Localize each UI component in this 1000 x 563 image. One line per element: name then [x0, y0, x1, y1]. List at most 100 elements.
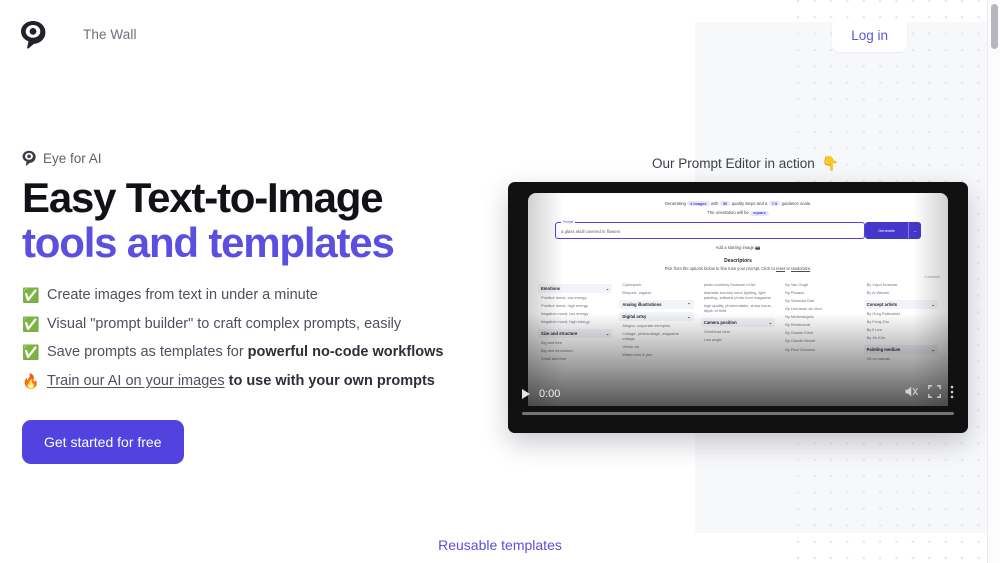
descriptor-group-header[interactable]: Camera position ⌄: [700, 317, 776, 327]
feature-text-bold: to use with your own prompts: [228, 372, 435, 389]
descriptor-group-header[interactable]: Painting medium ⌄: [863, 345, 939, 355]
descriptor-group-header[interactable]: Digital artsy ⌄: [619, 311, 694, 321]
descriptor-option[interactable]: Positive mood, low energy: [538, 294, 612, 302]
descriptors-sub-after: .: [810, 266, 812, 272]
descriptor-option[interactable]: Biopunk, organic: [619, 289, 693, 297]
video-progress-bar[interactable]: [522, 412, 954, 415]
check-mark-emoji: ✅: [22, 315, 40, 332]
descriptor-option[interactable]: By Yayoi Kusama: [864, 281, 938, 289]
descriptor-option[interactable]: Collage, photocollage, magazine collage: [619, 330, 693, 343]
descriptor-option[interactable]: By Leonardo da Vinci: [782, 306, 856, 314]
descriptors-sub-before: Pick from the options below to fine tune…: [664, 266, 776, 272]
descriptor-option[interactable]: Negative mood, low energy: [538, 311, 612, 319]
reusable-templates-link[interactable]: Reusable templates: [0, 537, 1000, 553]
feature-link[interactable]: Train our AI on your images: [47, 373, 225, 389]
descriptor-option[interactable]: Vector art: [619, 343, 693, 351]
generating-mid: with: [710, 201, 719, 206]
video-player[interactable]: Generating 4 images with 50 quality step…: [508, 182, 968, 433]
muted-speaker-icon[interactable]: [904, 385, 919, 403]
descriptor-option[interactable]: By Salvador Dali: [782, 298, 856, 306]
prompt-editor-screenshot: Generating 4 images with 50 quality step…: [528, 193, 948, 406]
descriptor-option[interactable]: By Jin Kim: [864, 335, 938, 343]
descriptors-subtitle: Pick from the options below to fine tune…: [528, 266, 948, 271]
prompt-field-label: Prompt: [561, 219, 576, 224]
descriptor-option[interactable]: By Gustav Klimt: [782, 330, 856, 338]
chevron-down-icon: ⌄: [605, 331, 610, 337]
feature-item: 🔥 Train our AI on your images to use with…: [22, 373, 522, 391]
descriptor-column: photo courtesy Museum of Art dramatic low…: [700, 281, 776, 363]
feature-text: Create images from text in under a minut…: [47, 287, 318, 304]
randomize-link[interactable]: randomize: [791, 266, 810, 271]
descriptor-option[interactable]: By Il Lee: [864, 327, 938, 335]
feature-text-bold: powerful no-code workflows: [247, 344, 444, 361]
feature-text: Train our AI on your images to use with …: [47, 373, 435, 390]
scrollbar-thumb[interactable]: [991, 4, 998, 49]
descriptor-option[interactable]: By Feng Zhu: [864, 319, 938, 327]
feature-item: ✅ Visual "prompt builder" to craft comple…: [22, 316, 522, 334]
descriptor-option[interactable]: photo courtesy Museum of Art: [701, 281, 775, 289]
guidance-scale-pill[interactable]: 7.5: [768, 201, 781, 207]
descriptor-option[interactable]: Positive mood, high energy: [538, 302, 612, 310]
descriptor-option[interactable]: Negative mood, high energy: [538, 319, 612, 327]
eye-logo-icon: [20, 20, 46, 49]
generate-button[interactable]: Generate: [865, 221, 908, 239]
generate-dropdown-chevron-down-icon[interactable]: ⌄: [908, 221, 921, 239]
play-icon[interactable]: [522, 389, 530, 399]
video-caption-text: Our Prompt Editor in action: [652, 156, 815, 171]
descriptor-option[interactable]: Watercolor & pen: [619, 351, 693, 359]
descriptor-option[interactable]: By Rembrandt: [782, 322, 856, 330]
chevron-up-icon: ⌃: [687, 302, 691, 308]
images-count-pill[interactable]: 4 images: [687, 201, 710, 207]
get-started-button[interactable]: Get started for free: [22, 420, 184, 465]
descriptor-option[interactable]: By Picasso: [782, 289, 856, 297]
descriptor-option[interactable]: Big and structured: [538, 348, 612, 356]
descriptor-option[interactable]: dramatic low-key neon lighting, light pa…: [701, 289, 775, 302]
prompt-field-value: a glass skull covered in flowers: [561, 228, 621, 234]
descriptor-option[interactable]: By Paul Cézanne: [782, 346, 856, 354]
descriptor-option[interactable]: Oil on canvas: [864, 356, 938, 364]
generation-settings-line: Generating 4 images with 50 quality step…: [528, 201, 948, 207]
login-button[interactable]: Log in: [832, 19, 907, 52]
descriptor-option[interactable]: high quality, photorealistic, sharp focu…: [701, 302, 775, 315]
chevron-down-icon: ⌄: [687, 313, 691, 319]
descriptor-group-header[interactable]: Analog illustrations ⌃: [619, 300, 694, 310]
headline-line-2: tools and templates: [22, 218, 395, 266]
generating-mid-2: quality steps and a: [731, 201, 768, 206]
brand-logo-group[interactable]: The Wall: [20, 20, 137, 49]
chevron-down-icon: ⌄: [931, 347, 936, 353]
selected-count: 0 selected: [924, 275, 940, 280]
descriptor-option[interactable]: By Claude Monet: [782, 338, 856, 346]
add-starting-image-button[interactable]: Add a starting image 📷: [528, 245, 948, 251]
descriptor-option[interactable]: By Van Gogh: [782, 281, 856, 289]
descriptor-group-header[interactable]: Concept artists ⌄: [863, 300, 939, 310]
descriptor-group-title: Analog illustrations: [622, 302, 662, 308]
descriptor-option[interactable]: By Ai Weiwei: [864, 289, 938, 297]
descriptor-group-header[interactable]: Emotions ⌄: [538, 283, 613, 293]
descriptor-group-header[interactable]: Size and structure ⌄: [538, 329, 613, 339]
descriptor-option[interactable]: Low angle: [701, 336, 775, 344]
generating-prefix: Generating: [664, 201, 686, 206]
descriptor-option[interactable]: By Greg Rutkowski: [864, 311, 938, 319]
fullscreen-icon[interactable]: [928, 385, 941, 403]
page-title: Easy Text-to-Image tools and templates: [22, 175, 522, 266]
descriptor-option[interactable]: Small and free: [538, 356, 612, 364]
descriptor-column: Emotions ⌄ Positive mood, low energy Positi…: [538, 281, 613, 364]
prompt-input[interactable]: Prompt a glass skull covered in flowers: [555, 219, 865, 239]
descriptor-group-title: Camera position: [703, 319, 737, 325]
reset-link[interactable]: reset: [776, 266, 785, 271]
descriptor-option[interactable]: Big and free: [538, 340, 612, 348]
descriptor-option[interactable]: Overhead view: [701, 328, 775, 336]
descriptor-option[interactable]: Alegria, corporate memphis: [619, 322, 693, 330]
quality-steps-pill[interactable]: 50: [719, 201, 731, 207]
orientation-pill[interactable]: square: [750, 210, 769, 216]
feature-text-plain: Create images from text in under a minut…: [47, 287, 318, 304]
descriptors-title: Descriptors: [724, 257, 752, 264]
descriptor-option[interactable]: Cyberpunk: [619, 281, 693, 289]
fire-emoji: 🔥: [22, 372, 40, 389]
descriptor-option[interactable]: By Michelangelo: [782, 314, 856, 322]
page-scrollbar[interactable]: [987, 0, 1000, 563]
descriptor-group-title: Painting medium: [866, 347, 901, 353]
site-header: The Wall Log in: [0, 0, 1000, 70]
hero-section: Eye for AI Easy Text-to-Image tools and …: [22, 150, 522, 465]
vertical-dots-icon[interactable]: [950, 385, 954, 404]
